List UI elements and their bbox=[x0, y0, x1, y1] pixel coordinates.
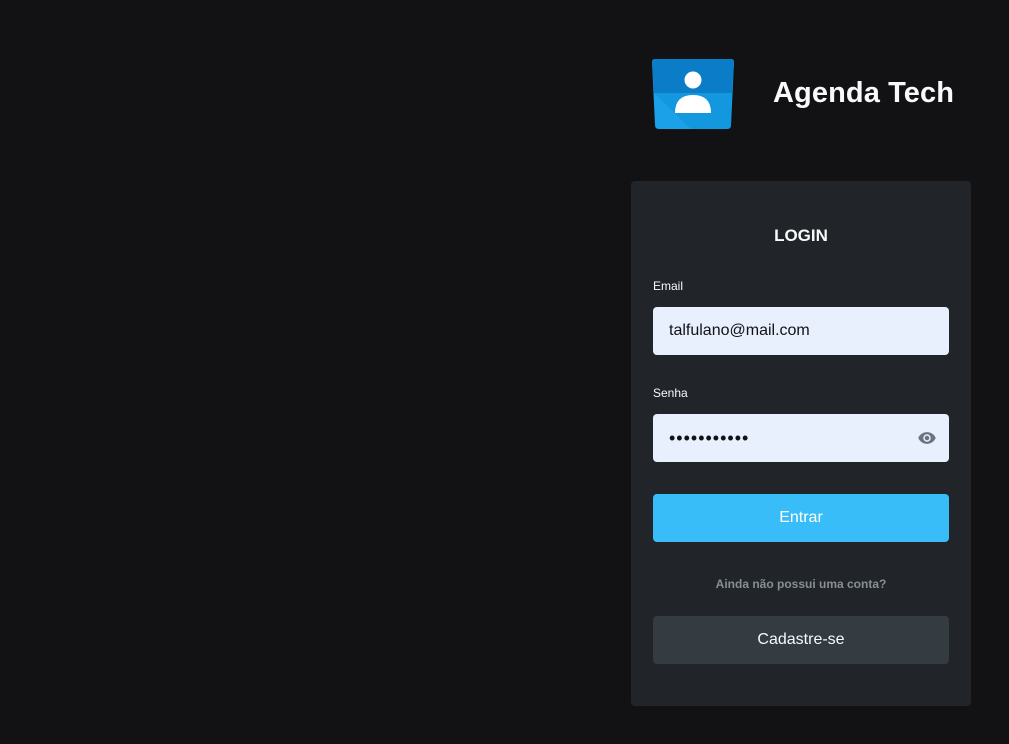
login-button[interactable]: Entrar bbox=[653, 494, 949, 542]
login-title: LOGIN bbox=[774, 226, 828, 245]
password-label: Senha bbox=[653, 386, 688, 400]
app-title: Agenda Tech bbox=[773, 76, 955, 109]
password-input[interactable] bbox=[653, 414, 949, 462]
email-label: Email bbox=[653, 279, 684, 293]
signup-prompt: Ainda não possui uma conta? bbox=[715, 577, 887, 591]
signup-button[interactable]: Cadastre-se bbox=[653, 616, 949, 664]
login-card: LOGIN Email Senha Entrar Ainda não possu… bbox=[631, 181, 971, 706]
password-field-container bbox=[653, 414, 949, 462]
email-field-container bbox=[653, 307, 949, 355]
brand-header: Agenda Tech bbox=[651, 56, 981, 130]
contact-card-icon bbox=[652, 58, 734, 129]
login-page: Agenda Tech LOGIN Email Senha Entrar Ain… bbox=[0, 0, 1009, 744]
email-input[interactable] bbox=[653, 307, 949, 355]
eye-icon[interactable] bbox=[917, 428, 937, 448]
